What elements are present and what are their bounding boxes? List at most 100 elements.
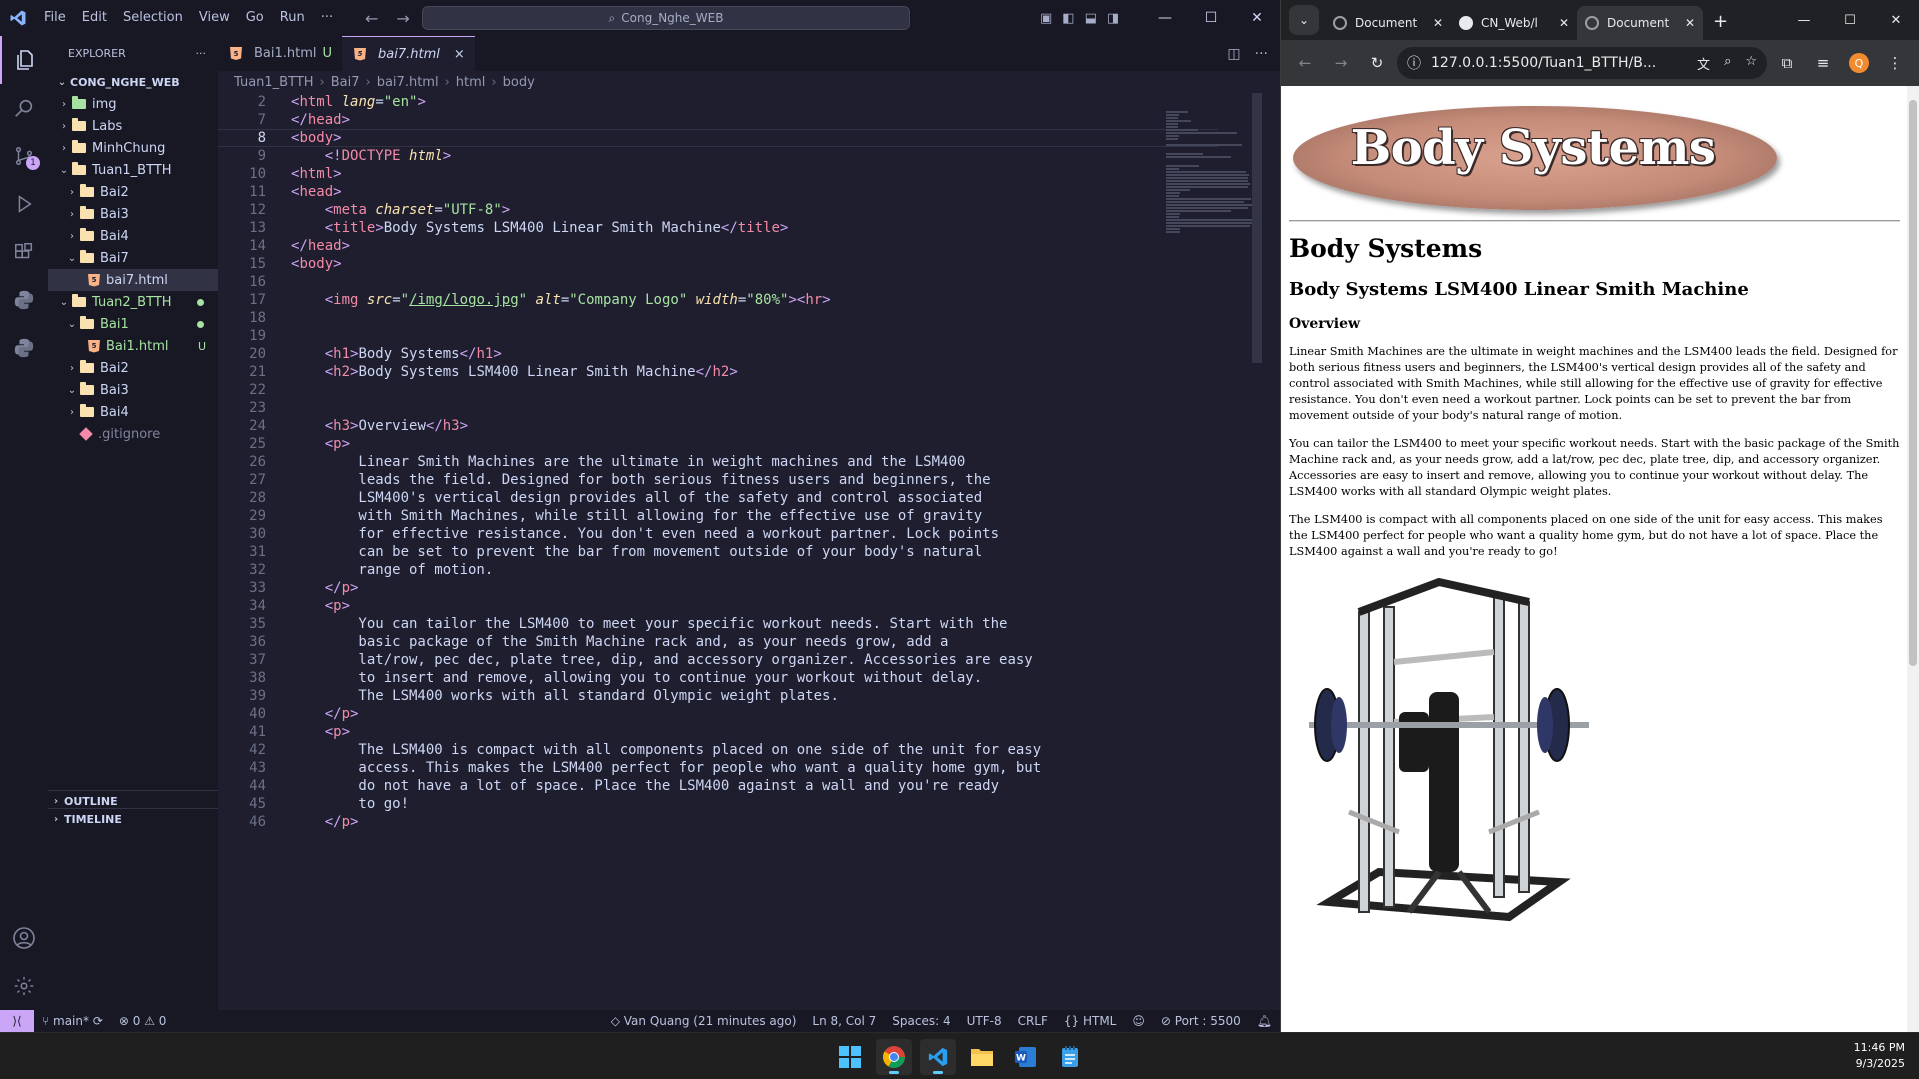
code-line[interactable]: 16 [218, 273, 1218, 291]
chrome-menu-icon[interactable]: ⋮ [1879, 47, 1911, 79]
close-icon[interactable]: ✕ [1234, 0, 1280, 36]
code-line[interactable]: 36 basic package of the Smith Machine ra… [218, 633, 1218, 651]
run-debug-icon[interactable] [0, 180, 48, 228]
new-tab-icon[interactable]: + [1703, 11, 1738, 40]
windows-start-icon[interactable] [832, 1039, 868, 1075]
maximize-icon[interactable]: ☐ [1188, 0, 1234, 36]
code-line[interactable]: 45 to go! [218, 795, 1218, 813]
remote-indicator-icon[interactable]: ⟩⟨ [0, 1010, 34, 1032]
live-server-port[interactable]: ⊘ Port : 5500 [1153, 1014, 1249, 1028]
menu-item-run[interactable]: Run [272, 0, 313, 36]
tab-search-icon[interactable]: ⌄ [1289, 5, 1319, 35]
url-text[interactable]: 127.0.0.1:5500/Tuan1_BTTH/B... [1431, 55, 1687, 71]
code-line[interactable]: 9 <!DOCTYPE html> [218, 147, 1218, 165]
close-icon[interactable]: ✕ [1873, 0, 1919, 40]
layout-customize-icon[interactable]: ▣ [1040, 11, 1052, 26]
code-line[interactable]: 31 can be set to prevent the bar from mo… [218, 543, 1218, 561]
command-center-search[interactable]: ⌕ Cong_Nghe_WEB [422, 6, 910, 30]
tree-item[interactable]: › Bai3 [48, 203, 218, 225]
code-line[interactable]: 38 to insert and remove, allowing you to… [218, 669, 1218, 687]
system-clock[interactable]: 11:46 PM 9/3/2025 [1854, 1040, 1905, 1072]
page-scrollbar-thumb[interactable] [1909, 100, 1917, 666]
code-line[interactable]: 27 leads the field. Designed for both se… [218, 471, 1218, 489]
code-line[interactable]: 46 </p> [218, 813, 1218, 831]
code-line[interactable]: 15 <body> [218, 255, 1218, 273]
code-line[interactable]: 10 <html> [218, 165, 1218, 183]
reading-list-icon[interactable]: ≡ [1807, 47, 1839, 79]
extensions-puzzle-icon[interactable]: ⧉ [1771, 47, 1803, 79]
menu-item-edit[interactable]: Edit [74, 0, 115, 36]
code-line[interactable]: 30 for effective resistance. You don't e… [218, 525, 1218, 543]
code-line[interactable]: 23 [218, 399, 1218, 417]
tree-item[interactable]: ⌄ Bai1 [48, 313, 218, 335]
vscode-taskbar-icon[interactable] [920, 1038, 956, 1075]
tab-close-icon[interactable]: ✕ [1685, 16, 1695, 30]
code-line[interactable]: 35 You can tailor the LSM400 to meet you… [218, 615, 1218, 633]
code-line[interactable]: 13 <title>Body Systems LSM400 Linear Smi… [218, 219, 1218, 237]
code-line[interactable]: 44 do not have a lot of space. Place the… [218, 777, 1218, 795]
tree-item[interactable]: › Labs [48, 115, 218, 137]
settings-gear-icon[interactable] [0, 962, 48, 1010]
menu-item-view[interactable]: View [191, 0, 238, 36]
breadcrumb-item[interactable]: bai7.html [377, 75, 439, 90]
toggle-secondary-sidebar-icon[interactable]: ◨ [1107, 11, 1119, 26]
code-editor[interactable]: 2 <html lang="en"> 7 </head> 8 <body> 9 <!DOCT… [218, 93, 1218, 1010]
code-line[interactable]: 22 [218, 381, 1218, 399]
file-explorer-icon[interactable] [964, 1039, 1000, 1075]
tab-close-icon[interactable]: ✕ [1433, 16, 1443, 30]
notepad-icon[interactable] [1052, 1039, 1088, 1075]
code-line[interactable]: 26 Linear Smith Machines are the ultimat… [218, 453, 1218, 471]
notifications-bell-icon[interactable]: 🔔︎ [1249, 1014, 1280, 1028]
code-line[interactable]: 42 The LSM400 is compact with all compon… [218, 741, 1218, 759]
tree-item[interactable]: 5 bai7.html [48, 269, 218, 291]
code-line[interactable]: 17 <img src="/img/logo.jpg" alt="Company… [218, 291, 1218, 309]
forward-arrow-icon[interactable]: → [396, 9, 409, 28]
copilot-icon[interactable]: ☺ [1124, 1014, 1153, 1028]
code-line[interactable]: 18 [218, 309, 1218, 327]
forward-arrow-icon[interactable]: → [1325, 47, 1357, 79]
menu-item-go[interactable]: Go [238, 0, 272, 36]
toggle-panel-icon[interactable]: ⬓ [1085, 11, 1097, 26]
extensions-icon[interactable] [0, 228, 48, 276]
workspace-root[interactable]: ⌄ CONG_NGHE_WEB [48, 71, 218, 93]
tab-close-icon[interactable]: × [454, 47, 465, 62]
site-info-icon[interactable]: ⓘ [1407, 53, 1421, 73]
code-line[interactable]: 2 <html lang="en"> [218, 93, 1218, 111]
tree-item[interactable]: 5 Bai1.html U [48, 335, 218, 357]
code-line[interactable]: 34 <p> [218, 597, 1218, 615]
translate-icon[interactable]: 文 [1697, 54, 1710, 73]
editor-scrollbar[interactable] [1252, 93, 1262, 363]
tree-item[interactable]: ⌄ Bai3 [48, 379, 218, 401]
code-line[interactable]: 43 access. This makes the LSM400 perfect… [218, 759, 1218, 777]
indentation[interactable]: Spaces: 4 [884, 1014, 958, 1028]
page-scrollbar[interactable] [1907, 86, 1919, 1032]
python-icon[interactable] [0, 276, 48, 324]
code-line[interactable]: 32 range of motion. [218, 561, 1218, 579]
maximize-icon[interactable]: ☐ [1827, 0, 1873, 40]
code-line[interactable]: 33 </p> [218, 579, 1218, 597]
source-control-icon[interactable]: 1 [0, 132, 48, 180]
code-line[interactable]: 29 with Smith Machines, while still allo… [218, 507, 1218, 525]
account-icon[interactable] [0, 914, 48, 962]
address-bar[interactable]: ⓘ 127.0.0.1:5500/Tuan1_BTTH/B... 文 ⌕ ☆ [1397, 47, 1767, 79]
code-line[interactable]: 41 <p> [218, 723, 1218, 741]
tree-item[interactable]: ⌄ Bai7 [48, 247, 218, 269]
code-line[interactable]: 19 [218, 327, 1218, 345]
more-actions-icon[interactable]: ··· [1255, 46, 1268, 62]
code-line[interactable]: 25 <p> [218, 435, 1218, 453]
chrome-tab-document-1[interactable]: Document ✕ [1325, 6, 1451, 40]
tab-bai1-html[interactable]: 5 Bai1.html U [218, 36, 342, 71]
split-editor-icon[interactable]: ◫ [1227, 46, 1240, 62]
git-branch[interactable]: ⑂ main* ⟳ [34, 1014, 111, 1028]
code-line[interactable]: 40 </p> [218, 705, 1218, 723]
code-line[interactable]: 37 lat/row, pec dec, plate tree, dip, an… [218, 651, 1218, 669]
tree-item[interactable]: › MinhChung [48, 137, 218, 159]
menu-item-file[interactable]: File [36, 0, 74, 36]
tab-bai7-html[interactable]: 5 bai7.html × [342, 36, 475, 71]
minimize-icon[interactable]: — [1781, 0, 1827, 40]
code-line[interactable]: 24 <h3>Overview</h3> [218, 417, 1218, 435]
explorer-files-icon[interactable] [0, 36, 48, 84]
code-line[interactable]: 11 <head> [218, 183, 1218, 201]
code-line[interactable]: 7 </head> [218, 111, 1218, 129]
menu-more-icon[interactable]: ··· [313, 0, 341, 36]
